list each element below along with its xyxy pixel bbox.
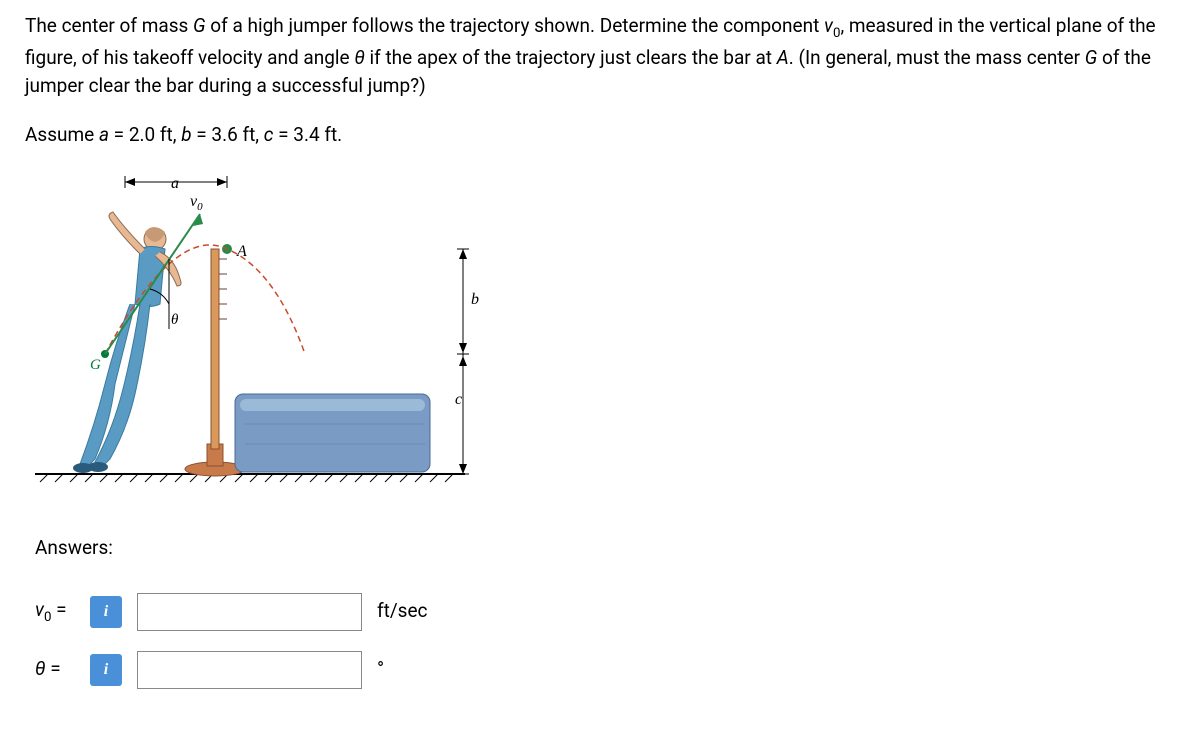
- figure: a v0 A θ G b c: [35, 174, 495, 504]
- figure-label-G: G: [90, 357, 101, 373]
- jumper-figure: [73, 212, 181, 473]
- answer-row-theta: θ = i °: [35, 651, 1175, 689]
- figure-label-theta: θ: [171, 312, 179, 328]
- theta-label: θ =: [35, 655, 75, 684]
- answer-row-v0: v0 = i ft/sec: [35, 593, 1175, 631]
- problem-statement: The center of mass G of a high jumper fo…: [25, 12, 1175, 101]
- info-icon[interactable]: i: [90, 654, 122, 686]
- v0-label: v0 =: [35, 596, 75, 628]
- figure-label-b: b: [471, 291, 479, 308]
- assumptions: Assume a = 2.0 ft, b = 3.6 ft, c = 3.4 f…: [25, 121, 1175, 150]
- figure-label-v0: v0: [190, 193, 203, 213]
- figure-label-c: c: [455, 391, 462, 408]
- theta-input[interactable]: [137, 651, 362, 689]
- info-icon[interactable]: i: [90, 596, 122, 628]
- answers-heading: Answers:: [35, 534, 1175, 563]
- theta-unit: °: [377, 655, 384, 684]
- v0-unit: ft/sec: [377, 597, 428, 626]
- v0-input[interactable]: [137, 593, 362, 631]
- figure-label-A: A: [236, 243, 247, 260]
- figure-label-a: a: [171, 175, 179, 192]
